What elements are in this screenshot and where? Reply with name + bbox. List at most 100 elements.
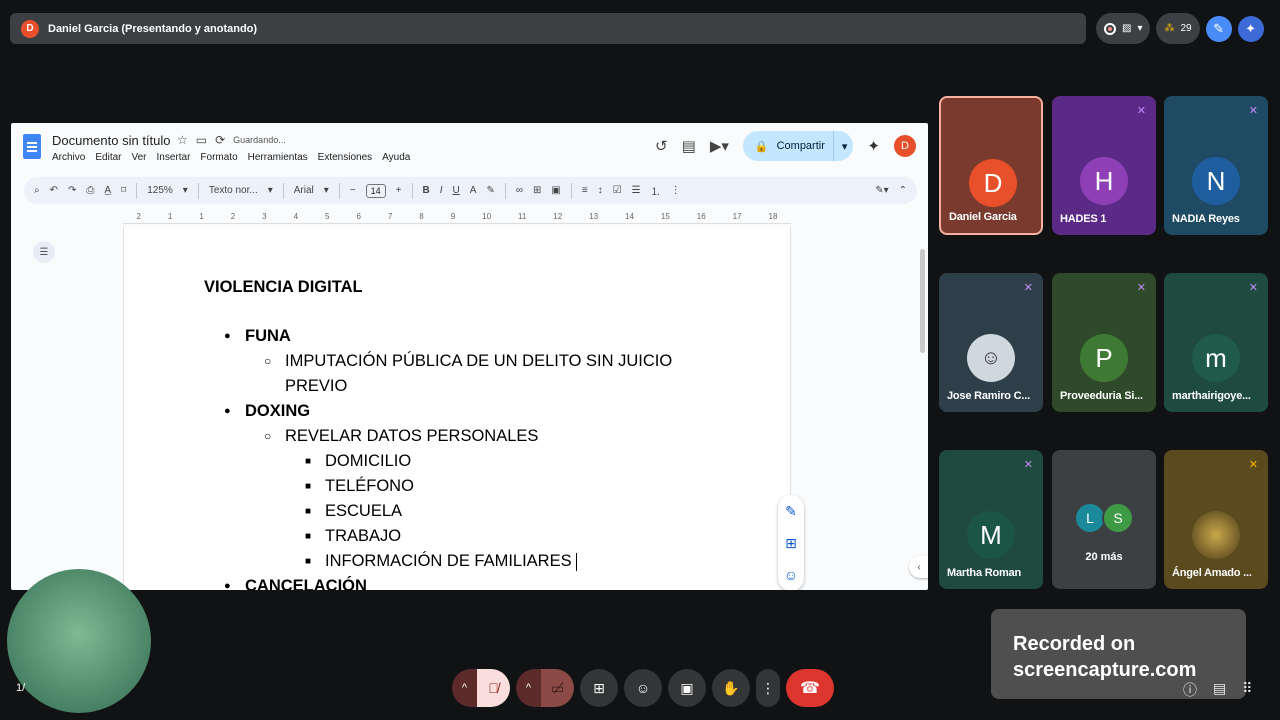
line-spacing-icon[interactable]: ↕ xyxy=(598,185,603,196)
print-icon[interactable]: ⎙ xyxy=(86,185,94,196)
menu-formato[interactable]: Formato xyxy=(200,152,237,163)
document-outline-icon[interactable]: ☰ xyxy=(33,241,55,263)
bulleted-list-icon[interactable]: ☰ xyxy=(632,185,641,196)
participant-tile[interactable]: ✕ H HADES 1 xyxy=(1052,96,1156,235)
list-item: DOXING xyxy=(204,399,734,424)
zoom-select[interactable]: 125% xyxy=(147,185,173,196)
chevron-down-icon[interactable]: ▾ xyxy=(842,140,848,153)
user-avatar[interactable]: D xyxy=(894,135,916,157)
self-video[interactable] xyxy=(7,569,151,713)
menu-insertar[interactable]: Insertar xyxy=(157,152,191,163)
redo-icon[interactable]: ↷ xyxy=(68,185,76,196)
decrease-size-icon[interactable]: − xyxy=(350,185,356,196)
align-icon[interactable]: ≡ xyxy=(582,185,588,196)
end-call-icon[interactable]: ☎ xyxy=(786,669,834,707)
participant-tile[interactable]: ✕ P Proveeduria Si... xyxy=(1052,273,1156,412)
share-button[interactable]: 🔒 Compartir ▾ xyxy=(742,131,854,161)
more-options-icon[interactable]: ⋮ xyxy=(756,669,780,707)
add-comment-icon[interactable]: ⊞ xyxy=(785,535,797,552)
list-item: REVELAR DATOS PERSONALES xyxy=(204,424,734,449)
paint-format-icon[interactable]: ⌑ xyxy=(121,185,126,196)
docs-header-actions: ↺ ▤ ▶▾ 🔒 Compartir ▾ ✦ D xyxy=(655,131,916,161)
mic-off-icon: ✕ xyxy=(1136,282,1146,294)
participant-tile[interactable]: ✕ N NADIA Reyes xyxy=(1164,96,1268,235)
emoji-icon[interactable]: ☺ xyxy=(784,567,798,583)
menu-herramientas[interactable]: Herramientas xyxy=(248,152,308,163)
numbered-list-icon[interactable]: ⒈ xyxy=(651,183,661,198)
doc-title[interactable]: Documento sin título xyxy=(52,133,171,148)
search-icon[interactable]: ⌕ xyxy=(34,185,40,196)
scrollbar[interactable] xyxy=(920,249,925,353)
font-size-input[interactable]: 14 xyxy=(365,183,386,198)
undo-icon[interactable]: ↶ xyxy=(50,185,58,196)
chevron-up-icon[interactable]: ^ xyxy=(452,669,477,707)
list-item: TELÉFONO xyxy=(204,474,734,499)
gemini-icon[interactable]: ✦ xyxy=(867,137,880,155)
mic-off-icon[interactable]: 🎙̸ xyxy=(477,669,510,707)
editing-mode-icon[interactable]: ✎▾ xyxy=(875,185,888,196)
more-icon[interactable]: ⋮ xyxy=(671,185,681,196)
image-icon[interactable]: ▣ xyxy=(551,185,560,196)
increase-size-icon[interactable]: + xyxy=(396,185,402,196)
ruler-mark: 15 xyxy=(660,212,670,221)
document-body[interactable]: VIOLENCIA DIGITAL FUNA IMPUTACIÓN PÚBLIC… xyxy=(204,275,734,590)
spellcheck-icon[interactable]: A̲ xyxy=(104,185,111,196)
info-icon[interactable]: ⓘ xyxy=(1183,680,1197,700)
docs-toolbar: ⌕ ↶ ↷ ⎙ A̲ ⌑ 125% ▾ Texto nor... ▾ Arial… xyxy=(24,177,917,204)
sparkle-icon[interactable]: ✦ xyxy=(1237,15,1264,42)
folder-icon[interactable]: ▭ xyxy=(196,133,207,147)
chat-icon[interactable]: ▤ xyxy=(1213,680,1226,700)
ruler-mark: 2 xyxy=(136,212,141,221)
chevron-up-icon[interactable]: ^ xyxy=(516,669,541,707)
participant-tile[interactable]: ✕ m marthairigoye... xyxy=(1164,273,1268,412)
add-comment-icon[interactable]: ⊞ xyxy=(533,185,541,196)
checklist-icon[interactable]: ☑ xyxy=(613,185,622,196)
list-item-text: INFORMACIÓN DE FAMILIARES xyxy=(325,552,572,570)
menu-ayuda[interactable]: Ayuda xyxy=(382,152,410,163)
captions-icon[interactable]: ▣ xyxy=(668,669,706,707)
document-page[interactable]: VIOLENCIA DIGITAL FUNA IMPUTACIÓN PÚBLIC… xyxy=(123,227,791,590)
chevron-left-icon[interactable]: ‹ xyxy=(909,556,928,578)
raise-hand-icon[interactable]: ✋ xyxy=(712,669,750,707)
participant-tile[interactable]: ✕ ☺ Jose Ramiro C... xyxy=(939,273,1043,412)
emoji-icon[interactable]: ☺ xyxy=(624,669,662,707)
more-participants-tile[interactable]: L S 20 más xyxy=(1052,450,1156,589)
style-select[interactable]: Texto nor... xyxy=(209,185,258,196)
apps-icon[interactable]: ⠿ xyxy=(1242,680,1252,700)
sync-icon: ⟳ xyxy=(215,133,226,147)
italic-icon[interactable]: I xyxy=(440,185,443,196)
bold-icon[interactable]: B xyxy=(423,185,430,196)
mic-off-icon: ✕ xyxy=(1248,459,1258,471)
edit-suggest-icon[interactable]: ✎ xyxy=(785,503,797,520)
collapse-icon[interactable]: ⌃ xyxy=(899,185,907,196)
menu-archivo[interactable]: Archivo xyxy=(52,152,85,163)
menu-ver[interactable]: Ver xyxy=(131,152,146,163)
meet-icon[interactable]: ▶▾ xyxy=(710,137,729,155)
star-icon[interactable]: ☆ xyxy=(177,133,188,147)
chevron-down-icon: ▾ xyxy=(182,185,188,196)
highlight-icon[interactable]: ✎ xyxy=(486,185,494,196)
pen-icon[interactable]: ✎ xyxy=(1205,15,1232,42)
link-icon[interactable]: ∞ xyxy=(516,185,523,196)
underline-icon[interactable]: U xyxy=(453,185,460,196)
docs-logo-icon[interactable] xyxy=(23,134,41,159)
comments-icon[interactable]: ▤ xyxy=(682,137,696,155)
present-icon[interactable]: ⊞ xyxy=(580,669,618,707)
menu-bar: Archivo Editar Ver Insertar Formato Herr… xyxy=(52,152,410,163)
font-select[interactable]: Arial xyxy=(294,185,314,196)
participant-avatar: P xyxy=(1080,334,1128,382)
recording-pill[interactable]: ▨ ▾ xyxy=(1096,13,1151,44)
menu-editar[interactable]: Editar xyxy=(95,152,121,163)
list-item: DOMICILIO xyxy=(204,449,734,474)
participant-tile[interactable]: ✕ Ángel Amado ... xyxy=(1164,450,1268,589)
chevron-down-icon: ▾ xyxy=(323,185,329,196)
participant-tile[interactable]: ✕ M Martha Roman xyxy=(939,450,1043,589)
camera-off-icon[interactable]: ▭̸ xyxy=(541,669,574,707)
menu-extensiones[interactable]: Extensiones xyxy=(318,152,372,163)
history-icon[interactable]: ↺ xyxy=(655,137,668,155)
ruler-mark: 4 xyxy=(293,212,299,221)
participant-tile[interactable]: D Daniel Garcia xyxy=(939,96,1043,235)
ruler[interactable]: 2 1 1 2 3 4 5 6 7 8 9 10 11 12 13 14 15 … xyxy=(123,212,791,224)
participants-pill[interactable]: ⁂ 29 xyxy=(1156,13,1200,44)
text-color-icon[interactable]: A xyxy=(470,185,477,196)
